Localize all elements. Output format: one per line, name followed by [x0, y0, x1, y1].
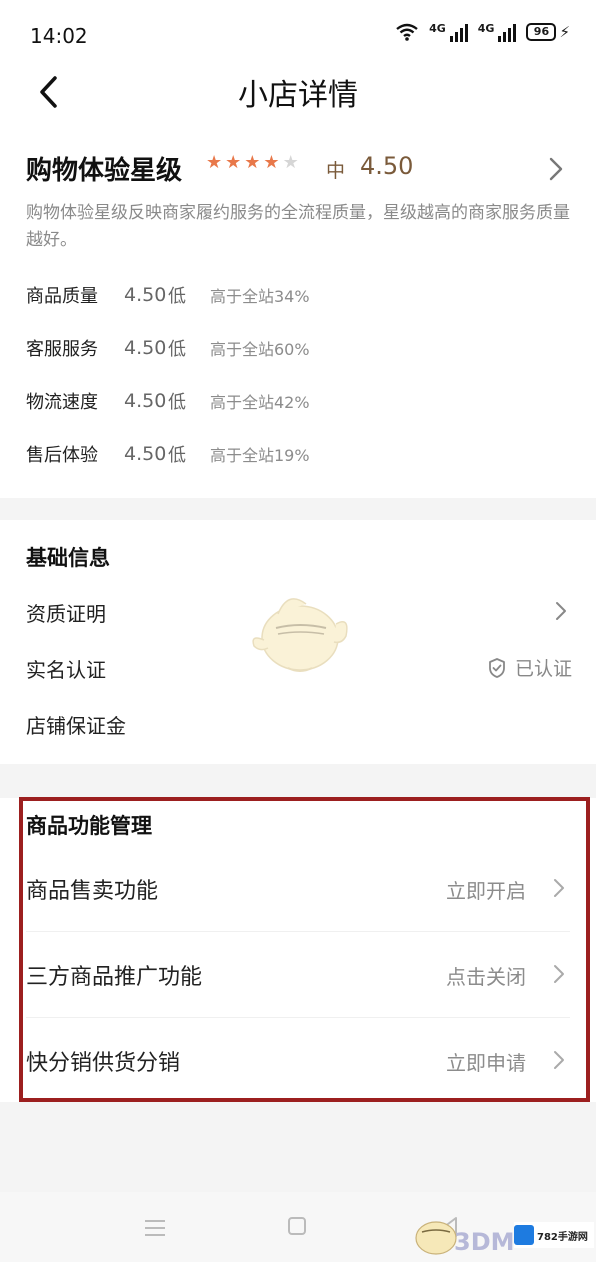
- star-filled-icon: ★: [263, 152, 280, 173]
- chevron-right-icon[interactable]: [546, 156, 566, 182]
- rating-card[interactable]: 购物体验星级 ★ ★ ★ ★ ★ 中 4.50 购物体验星级反映商家履约服务的全流程质量…: [0, 132, 596, 498]
- network-type-label-2: 4G: [477, 22, 495, 35]
- network-type-label: 4G: [429, 22, 446, 35]
- metric-row: 客服服务 4.50 低 高于全站60%: [26, 333, 310, 363]
- metric-row: 售后体验 4.50 低 高于全站19%: [26, 439, 310, 469]
- signal-icon-2: 4G: [478, 22, 517, 42]
- rating-level: 中: [326, 160, 346, 182]
- star-empty-icon: ★: [282, 152, 299, 173]
- highlight-annotation-box: [19, 797, 590, 1102]
- metric-compare: 高于全站19%: [210, 446, 310, 465]
- verified-text: 已认证: [514, 658, 572, 680]
- chevron-right-icon: [556, 602, 566, 620]
- status-bar: 14:02 4G 4G 96 ⚡: [0, 0, 596, 66]
- rating-title: 购物体验星级: [26, 156, 183, 186]
- rating-description: 购物体验星级反映商家履约服务的全流程质量，星级越高的商家服务质量越好。: [26, 203, 570, 250]
- mascot-watermark-icon: [252, 598, 348, 672]
- star-filled-icon: ★: [225, 152, 242, 173]
- metric-compare: 高于全站34%: [210, 287, 310, 306]
- rating-score: 4.50: [360, 152, 414, 180]
- metric-level: 低: [168, 392, 186, 413]
- metric-score: 4.50: [124, 443, 167, 465]
- metric-name: 商品质量: [26, 286, 98, 307]
- home-icon[interactable]: [287, 1216, 307, 1236]
- battery-level: 96: [526, 23, 557, 41]
- metric-compare: 高于全站42%: [210, 393, 310, 412]
- deposit-row[interactable]: 店铺保证金: [0, 698, 596, 748]
- metric-level: 低: [168, 339, 186, 360]
- metric-level: 低: [168, 445, 186, 466]
- metric-name: 物流速度: [26, 392, 98, 413]
- star-rating: ★ ★ ★ ★ ★: [206, 154, 299, 172]
- star-filled-icon: ★: [206, 152, 223, 173]
- metric-score: 4.50: [124, 337, 167, 359]
- metric-score: 4.50: [124, 284, 167, 306]
- qualification-label: 资质证明: [26, 602, 106, 626]
- 782-watermark: 782手游网: [514, 1222, 594, 1248]
- deposit-label: 店铺保证金: [26, 714, 126, 738]
- 3dm-watermark-text: 3DM: [454, 1228, 515, 1256]
- charging-icon: ⚡: [559, 23, 570, 41]
- status-time: 14:02: [30, 24, 88, 48]
- page-title: 小店详情: [238, 78, 358, 113]
- 782-watermark-text: 782手游网: [537, 1231, 588, 1243]
- star-filled-icon: ★: [244, 152, 261, 173]
- metric-name: 售后体验: [26, 445, 98, 466]
- section-title-basic-info: 基础信息: [26, 546, 110, 570]
- status-icons: 4G 4G 96 ⚡: [395, 22, 570, 42]
- 782-logo-icon: [514, 1225, 534, 1245]
- metric-level: 低: [168, 286, 186, 307]
- metric-row: 商品质量 4.50 低 高于全站34%: [26, 280, 310, 310]
- metric-compare: 高于全站60%: [210, 340, 310, 359]
- header: 小店详情: [0, 66, 596, 132]
- wifi-icon: [396, 23, 418, 41]
- metric-name: 客服服务: [26, 339, 98, 360]
- metric-score: 4.50: [124, 390, 167, 412]
- real-name-label: 实名认证: [26, 658, 106, 682]
- shield-check-icon: [489, 657, 505, 678]
- signal-icon: 4G: [429, 22, 468, 42]
- battery-icon: 96 ⚡: [526, 23, 570, 41]
- metric-row: 物流速度 4.50 低 高于全站42%: [26, 386, 310, 416]
- verified-status: 已认证: [487, 654, 572, 681]
- recent-apps-icon[interactable]: [144, 1218, 166, 1238]
